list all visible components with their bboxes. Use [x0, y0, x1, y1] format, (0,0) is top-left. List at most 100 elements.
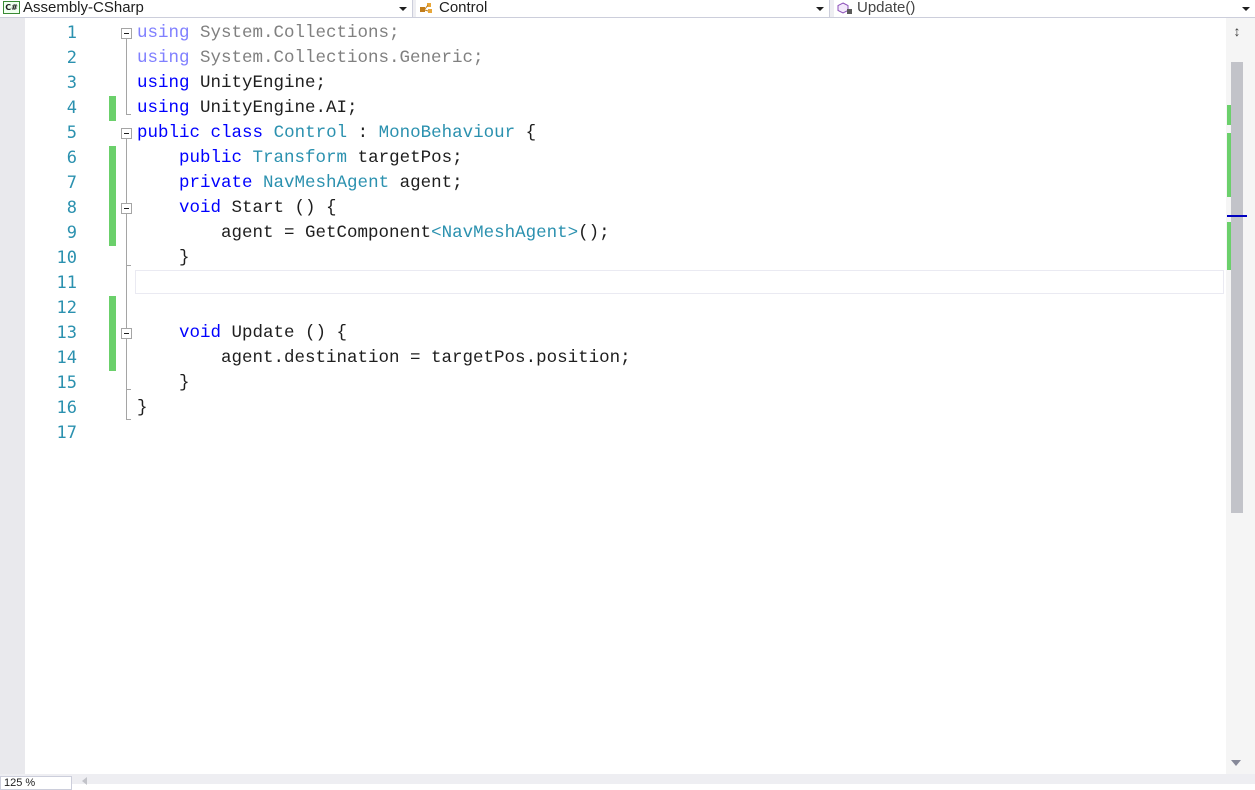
- change-marker: [109, 296, 116, 371]
- scrollbar-caret-marker: [1227, 215, 1247, 217]
- base-class-name: MonoBehaviour: [378, 123, 516, 143]
- keyword: public: [179, 148, 243, 168]
- method-icon: [837, 2, 852, 14]
- code-line[interactable]: }: [137, 371, 190, 396]
- zoom-level-dropdown[interactable]: 125 %: [0, 776, 72, 790]
- code-text: System.Collections;: [189, 23, 400, 43]
- keyword: using: [137, 98, 190, 118]
- scrollbar-change-marker: [1227, 105, 1231, 125]
- code-line[interactable]: agent.destination = targetPos.position;: [137, 346, 631, 371]
- outline-guide: [126, 39, 127, 114]
- line-number: 4: [66, 98, 77, 118]
- code-line[interactable]: agent = GetComponent<NavMeshAgent>();: [137, 221, 610, 246]
- line-number: 6: [66, 148, 77, 168]
- keyword: void: [179, 198, 222, 218]
- chevron-down-icon[interactable]: [816, 7, 824, 11]
- code-line[interactable]: void Start () {: [137, 196, 337, 221]
- keyword: class: [210, 123, 264, 143]
- collapse-icon[interactable]: [121, 328, 132, 339]
- class-name: Control: [273, 123, 348, 143]
- code-text: agent = GetComponent: [221, 223, 432, 243]
- code-text: ();: [578, 223, 610, 243]
- line-number: 7: [66, 173, 77, 193]
- horizontal-scrollbar[interactable]: [0, 774, 1255, 784]
- line-number: 2: [66, 48, 77, 68]
- code-line[interactable]: }: [137, 396, 148, 421]
- split-window-icon[interactable]: ↕: [1229, 23, 1245, 39]
- code-line[interactable]: using UnityEngine.AI;: [137, 96, 358, 121]
- line-number: 10: [56, 248, 77, 268]
- editor-left-margin: [0, 18, 25, 774]
- outline-guide: [126, 114, 131, 115]
- code-text: {: [515, 123, 537, 143]
- code-text: Update () {: [221, 323, 348, 343]
- line-number: 16: [56, 398, 77, 418]
- code-line[interactable]: void Update () {: [137, 321, 347, 346]
- outline-guide: [126, 389, 131, 390]
- keyword: public: [137, 123, 201, 143]
- current-line-highlight: [135, 270, 1224, 294]
- code-line[interactable]: public class Control : MonoBehaviour {: [137, 121, 536, 146]
- collapse-icon[interactable]: [121, 203, 132, 214]
- keyword: using: [137, 48, 190, 68]
- outline-guide: [126, 139, 127, 419]
- code-editor[interactable]: 1 2 3 4 5 6 7 8 9 10 11 12 13 14 15 16 1…: [25, 18, 1226, 774]
- line-number: 3: [66, 73, 77, 93]
- line-number: 12: [56, 298, 77, 318]
- line-number: 9: [66, 223, 77, 243]
- outline-guide: [126, 419, 131, 420]
- scroll-down-arrow-icon[interactable]: [1231, 760, 1241, 766]
- member-dropdown[interactable]: Update(): [834, 0, 1255, 17]
- project-label: Assembly-CSharp: [23, 0, 144, 16]
- scrollbar-thumb[interactable]: [1231, 62, 1243, 513]
- code-line[interactable]: using System.Collections;: [137, 21, 400, 46]
- line-number: 17: [56, 423, 77, 443]
- navigation-bar: C# Assembly-CSharp Control Update(): [0, 0, 1255, 18]
- type-label: Control: [439, 0, 488, 16]
- csharp-project-icon: C#: [3, 1, 20, 14]
- change-marker: [109, 146, 116, 246]
- code-line[interactable]: }: [137, 246, 190, 271]
- class-icon: [420, 3, 432, 13]
- collapse-icon[interactable]: [121, 28, 132, 39]
- type-dropdown[interactable]: Control: [416, 0, 830, 17]
- line-number: 11: [56, 273, 77, 293]
- keyword: private: [179, 173, 253, 193]
- line-number: 5: [66, 123, 77, 143]
- line-number: 15: [56, 373, 77, 393]
- line-number: 1: [66, 23, 77, 43]
- code-line[interactable]: public Transform targetPos;: [137, 146, 463, 171]
- code-text: Start () {: [221, 198, 337, 218]
- chevron-down-icon[interactable]: [399, 7, 407, 11]
- type-name: Transform: [252, 148, 348, 168]
- outline-guide: [126, 265, 131, 266]
- chevron-down-icon[interactable]: [1242, 7, 1250, 11]
- generic-type: <NavMeshAgent>: [431, 223, 579, 243]
- code-line[interactable]: using System.Collections.Generic;: [137, 46, 484, 71]
- collapse-icon[interactable]: [121, 128, 132, 139]
- code-text: :: [347, 123, 379, 143]
- keyword: using: [137, 23, 190, 43]
- code-text: UnityEngine;: [189, 73, 327, 93]
- keyword: using: [137, 73, 190, 93]
- code-text: agent;: [389, 173, 463, 193]
- member-label: Update(): [857, 0, 916, 16]
- line-number: 13: [56, 323, 77, 343]
- project-dropdown[interactable]: C# Assembly-CSharp: [0, 0, 413, 17]
- line-number: 14: [56, 348, 77, 368]
- code-text: targetPos;: [347, 148, 463, 168]
- type-name: NavMeshAgent: [263, 173, 390, 193]
- keyword: void: [179, 323, 222, 343]
- scrollbar-change-marker: [1227, 222, 1231, 270]
- line-number: 8: [66, 198, 77, 218]
- code-line[interactable]: private NavMeshAgent agent;: [137, 171, 463, 196]
- change-marker: [109, 96, 116, 121]
- scrollbar-change-marker: [1227, 133, 1231, 197]
- code-line[interactable]: using UnityEngine;: [137, 71, 326, 96]
- code-text: System.Collections.Generic;: [189, 48, 484, 68]
